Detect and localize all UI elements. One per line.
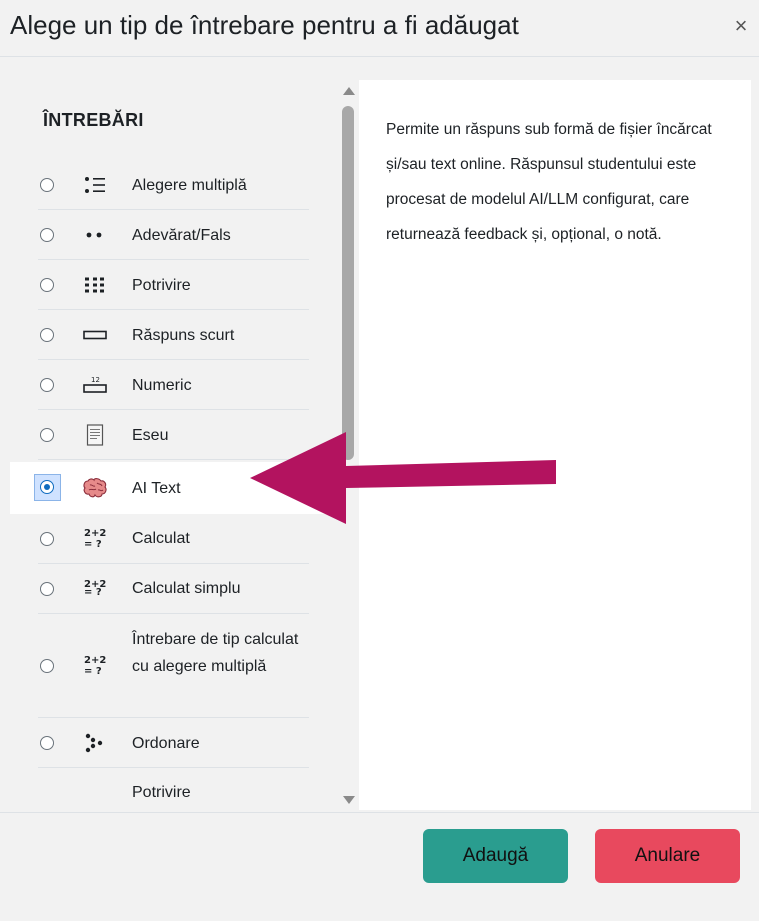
truefalse-icon [82, 222, 108, 248]
scroll-thumb[interactable] [342, 106, 354, 460]
radio-button[interactable] [40, 178, 54, 192]
dialog-title: Alege un tip de întrebare pentru a fi ad… [10, 10, 519, 40]
match-icon [82, 272, 108, 298]
list-scrollbar[interactable] [338, 80, 358, 810]
brain-icon [82, 475, 108, 501]
question-type-label: Ordonare [132, 735, 200, 752]
question-type-row[interactable]: 12 Numeric [10, 360, 337, 410]
question-type-row[interactable]: Ordonare [10, 718, 337, 768]
radio-button[interactable] [40, 736, 54, 750]
question-type-row[interactable]: Adevărat/Fals [10, 210, 337, 260]
radio-button[interactable] [40, 328, 54, 342]
question-type-description: Permite un răspuns sub formă de fișier î… [386, 121, 712, 243]
dialog-header: Alege un tip de întrebare pentru a fi ad… [0, 0, 759, 57]
question-type-list: ÎNTREBĂRI Alegere multiplă Adevărat/Fals [10, 80, 337, 810]
calculated-simple-icon: 2+2 = ? [82, 575, 108, 601]
radio-button[interactable] [40, 659, 54, 673]
question-type-label: Eseu [132, 427, 169, 444]
svg-text:2+2: 2+2 [84, 655, 106, 666]
close-icon[interactable]: × [728, 12, 754, 40]
question-type-row-selected[interactable]: AI Text [10, 462, 337, 514]
numeric-icon: 12 [82, 372, 108, 398]
scroll-down-arrow-icon[interactable] [343, 796, 355, 804]
calculated-multi-icon: 2+2 = ? [82, 652, 108, 678]
svg-text:= ?: = ? [84, 587, 102, 598]
question-type-row[interactable]: 2+2 = ? Calculat simplu [10, 564, 337, 614]
question-type-label: Potrivire [132, 277, 191, 294]
radio-button[interactable] [40, 532, 54, 546]
dialog-footer: Adaugă Anulare [0, 812, 759, 921]
radio-button-selected[interactable] [40, 480, 54, 494]
question-type-label: Întrebare de tip calculat cu alegere mul… [132, 631, 299, 675]
section-title: ÎNTREBĂRI [43, 110, 144, 130]
question-type-label: Adevărat/Fals [132, 227, 231, 244]
ordering-icon [82, 730, 108, 756]
question-type-row[interactable]: Eseu [10, 410, 337, 460]
question-type-row[interactable]: 2+2 = ? Calculat [10, 514, 337, 564]
svg-text:= ?: = ? [84, 539, 102, 550]
description-pane: Permite un răspuns sub formă de fișier î… [359, 80, 751, 810]
question-type-row[interactable]: Răspuns scurt [10, 310, 337, 360]
question-type-label: Potrivire [132, 784, 191, 801]
svg-text:2+2: 2+2 [84, 528, 106, 539]
svg-text:12: 12 [91, 376, 100, 384]
question-type-label: Numeric [132, 377, 192, 394]
question-type-row[interactable]: Potrivire [10, 768, 337, 810]
cancel-button[interactable]: Anulare [595, 829, 740, 883]
radio-button[interactable] [40, 378, 54, 392]
question-type-row[interactable]: 2+2 = ? Întrebare de tip calculat cu aleg… [10, 614, 337, 718]
scroll-up-arrow-icon[interactable] [343, 87, 355, 95]
question-type-row[interactable]: Alegere multiplă [10, 160, 337, 210]
multichoice-icon [82, 172, 108, 198]
add-button[interactable]: Adaugă [423, 829, 568, 883]
question-type-label: Calculat [132, 530, 190, 547]
radio-button[interactable] [40, 582, 54, 596]
radio-button[interactable] [40, 428, 54, 442]
question-type-label: Răspuns scurt [132, 327, 235, 344]
radio-button[interactable] [40, 228, 54, 242]
shortanswer-icon [82, 322, 108, 348]
question-type-label: Alegere multiplă [132, 177, 247, 194]
question-type-row[interactable]: Potrivire [10, 260, 337, 310]
calculated-icon: 2+2 = ? [82, 525, 108, 551]
question-type-label: AI Text [132, 480, 181, 497]
add-question-dialog: Alege un tip de întrebare pentru a fi ad… [0, 0, 759, 921]
radio-button[interactable] [40, 278, 54, 292]
essay-icon [82, 422, 108, 448]
question-type-label: Calculat simplu [132, 580, 241, 597]
svg-text:= ?: = ? [84, 666, 102, 677]
